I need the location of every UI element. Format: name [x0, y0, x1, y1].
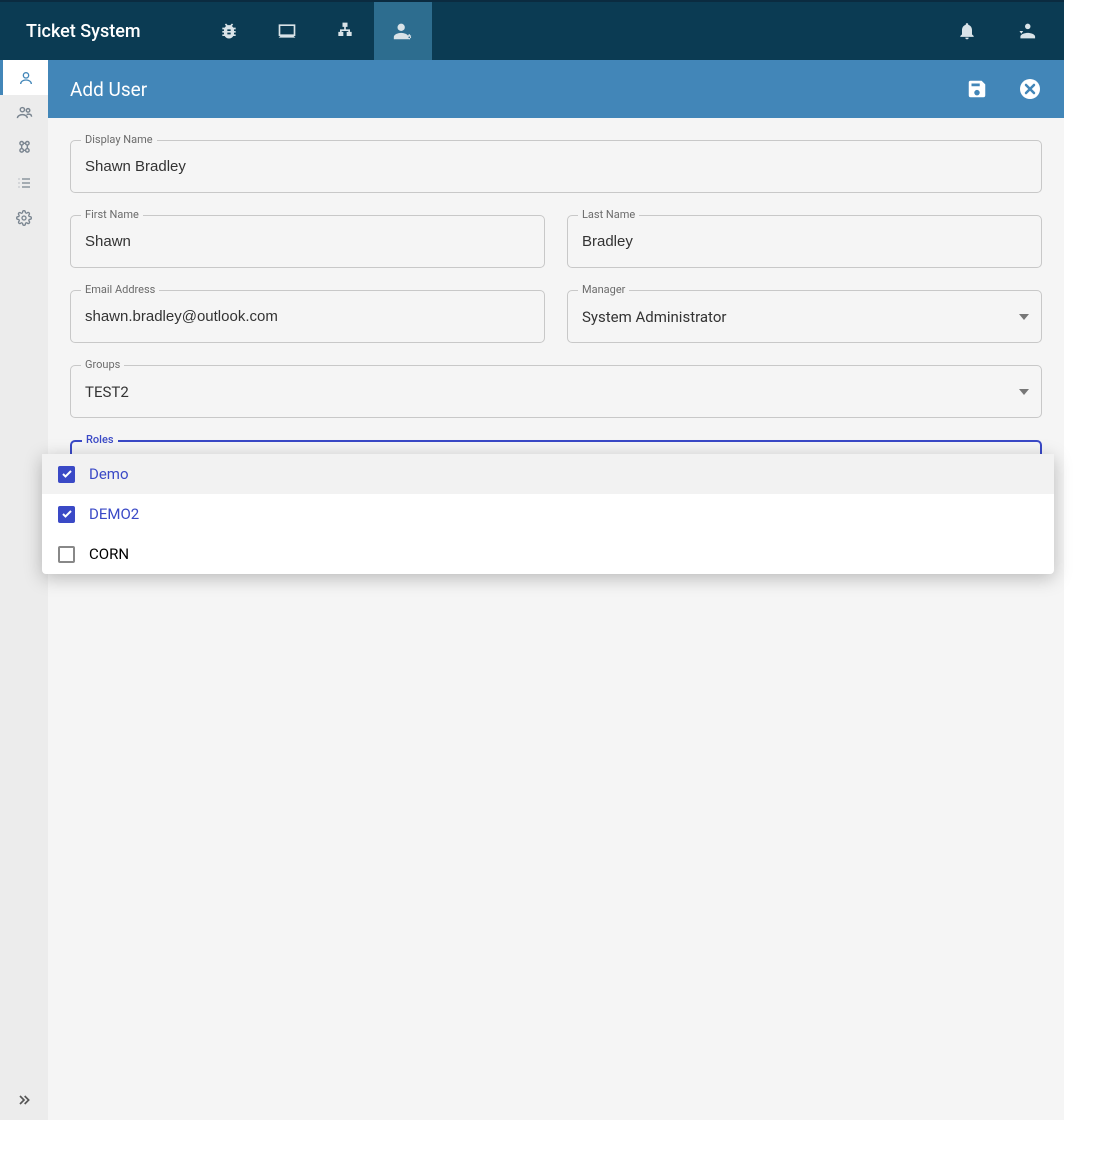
sidebar-item-roles[interactable] — [0, 130, 48, 165]
first-name-input[interactable] — [85, 233, 530, 250]
nav-user-admin[interactable] — [374, 2, 432, 60]
last-name-label: Last Name — [578, 208, 639, 221]
email-input[interactable] — [85, 308, 530, 325]
gear-icon — [16, 210, 32, 226]
roles-icon — [16, 139, 33, 156]
first-name-label: First Name — [81, 208, 143, 221]
roles-option-corn[interactable]: CORN — [42, 534, 1054, 574]
user-icon — [18, 70, 34, 86]
roles-label: Roles — [82, 433, 118, 446]
checkbox-icon — [58, 546, 75, 563]
sidebar-item-user[interactable] — [0, 60, 48, 95]
notifications-button[interactable] — [938, 2, 996, 60]
save-icon — [966, 78, 988, 100]
display-name-field[interactable]: Display Name — [70, 140, 1042, 193]
nav-sitemap[interactable] — [316, 2, 374, 60]
roles-option-label: DEMO2 — [89, 505, 139, 523]
sidebar-item-settings[interactable] — [0, 200, 48, 235]
sidebar — [0, 60, 48, 1120]
main-content: Add User Display Name — [48, 60, 1064, 1120]
close-button[interactable] — [1018, 77, 1042, 101]
page-title: Add User — [70, 78, 147, 101]
sidebar-expand-button[interactable] — [0, 1080, 48, 1120]
nav-laptop[interactable] — [258, 2, 316, 60]
close-circle-icon — [1018, 77, 1042, 101]
page-header: Add User — [48, 60, 1064, 118]
bell-icon — [957, 21, 977, 41]
group-icon — [16, 104, 33, 121]
groups-field[interactable]: Groups TEST2 — [70, 365, 1042, 418]
sitemap-icon — [335, 21, 355, 41]
roles-option-label: CORN — [89, 545, 129, 563]
sidebar-item-groups[interactable] — [0, 95, 48, 130]
roles-option-label: Demo — [89, 465, 129, 483]
groups-label: Groups — [81, 358, 124, 371]
user-switch-icon — [1014, 20, 1036, 42]
manager-value: System Administrator — [582, 308, 1027, 326]
list-icon — [16, 175, 32, 191]
chevron-right-double-icon — [16, 1092, 32, 1108]
sidebar-item-list[interactable] — [0, 165, 48, 200]
chevron-down-icon — [1019, 389, 1029, 395]
roles-dropdown: Demo DEMO2 CORN — [42, 454, 1054, 574]
roles-option-demo2[interactable]: DEMO2 — [42, 494, 1054, 534]
email-label: Email Address — [81, 283, 159, 296]
last-name-input[interactable] — [582, 233, 1027, 250]
manager-label: Manager — [578, 283, 629, 296]
nav-bug[interactable] — [200, 2, 258, 60]
app-title: Ticket System — [0, 21, 200, 42]
topbar: Ticket System — [0, 2, 1064, 60]
display-name-input[interactable] — [85, 158, 1027, 175]
laptop-icon — [277, 21, 297, 41]
bug-icon — [219, 21, 239, 41]
save-button[interactable] — [966, 78, 988, 100]
user-cog-icon — [392, 20, 414, 42]
groups-value: TEST2 — [85, 383, 1027, 401]
email-field[interactable]: Email Address — [70, 290, 545, 343]
manager-field[interactable]: Manager System Administrator — [567, 290, 1042, 343]
checkbox-icon — [58, 506, 75, 523]
checkbox-icon — [58, 466, 75, 483]
account-button[interactable] — [996, 2, 1054, 60]
roles-option-demo[interactable]: Demo — [42, 454, 1054, 494]
first-name-field[interactable]: First Name — [70, 215, 545, 268]
chevron-down-icon — [1019, 314, 1029, 320]
display-name-label: Display Name — [81, 133, 157, 146]
last-name-field[interactable]: Last Name — [567, 215, 1042, 268]
